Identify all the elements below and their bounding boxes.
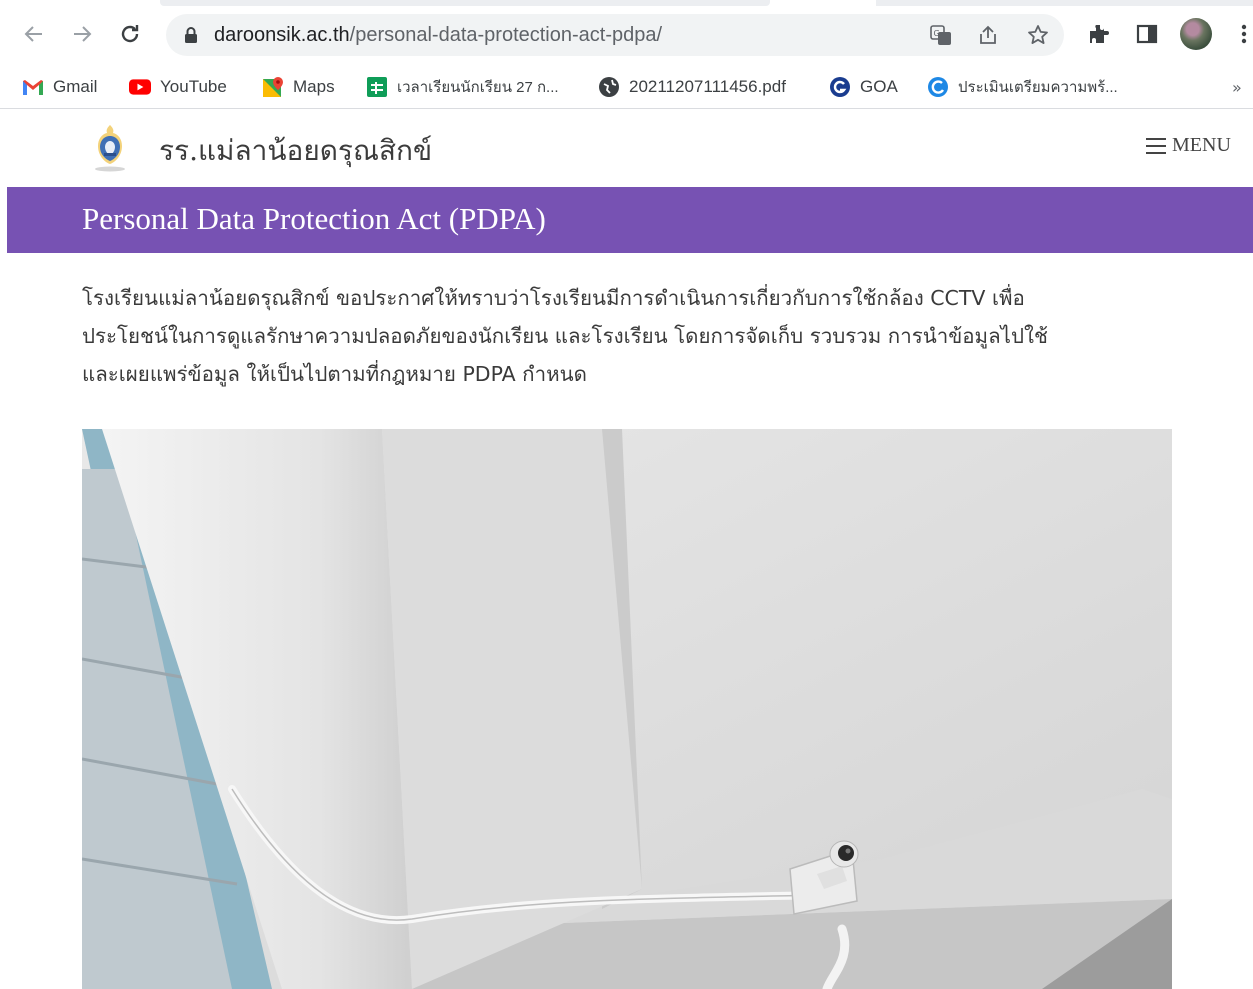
- intro-line: ประโยชน์ในการดูแลรักษาความปลอดภัยของนักเ…: [82, 324, 1048, 348]
- forward-button[interactable]: [66, 18, 98, 50]
- site-name[interactable]: รร.แม่ลาน้อยดรุณสิกข์: [159, 129, 432, 173]
- svg-text:G: G: [934, 29, 940, 38]
- site-header: รร.แม่ลาน้อยดรุณสิกข์ MENU: [7, 109, 1253, 187]
- maps-icon: [262, 76, 284, 98]
- bookmarks-overflow-button[interactable]: »: [1232, 78, 1242, 97]
- bookmark-youtube[interactable]: YouTube: [129, 72, 227, 102]
- page-title: Personal Data Protection Act (PDPA): [82, 201, 546, 236]
- school-emblem-icon: [95, 125, 125, 172]
- bookmark-star-button[interactable]: [1026, 23, 1050, 47]
- bookmark-maps[interactable]: Maps: [262, 72, 335, 102]
- browser-menu-button[interactable]: [1230, 20, 1253, 48]
- hamburger-icon: [1146, 137, 1166, 154]
- translate-icon: G: [930, 25, 951, 45]
- share-icon: [980, 25, 996, 44]
- web-page: รร.แม่ลาน้อยดรุณสิกข์ MENU Personal Data…: [7, 109, 1253, 989]
- intro-paragraph: โรงเรียนแม่ลาน้อยดรุณสิกข์ ขอประกาศให้ทร…: [82, 279, 1172, 393]
- side-panel-icon: [1136, 24, 1158, 44]
- star-icon: [1028, 25, 1048, 44]
- sheets-icon: [366, 76, 388, 98]
- gmail-icon: [22, 76, 44, 98]
- menu-button[interactable]: MENU: [1146, 134, 1231, 157]
- back-button[interactable]: [18, 18, 50, 50]
- profile-avatar[interactable]: [1180, 18, 1212, 50]
- bookmark-sheets[interactable]: เวลาเรียนนักเรียน 27 ก...: [366, 72, 559, 102]
- translate-button[interactable]: G: [929, 23, 953, 47]
- tab-strip-edge: [876, 0, 1253, 6]
- bookmark-gmail[interactable]: Gmail: [22, 72, 97, 102]
- browser-toolbar: daroonsik.ac.th/personal-data-protection…: [0, 0, 1253, 68]
- url-text[interactable]: daroonsik.ac.th/personal-data-protection…: [214, 24, 662, 47]
- bookmark-label: GOA: [860, 77, 898, 96]
- bookmarks-bar: Gmail YouTube Maps เวลาเรียนนักเรียน 27 …: [0, 68, 1253, 108]
- bookmark-goa[interactable]: GOA: [829, 72, 898, 102]
- address-bar[interactable]: daroonsik.ac.th/personal-data-protection…: [166, 14, 1064, 56]
- url-path: /personal-data-protection-act-pdpa/: [349, 24, 663, 46]
- bookmark-label: เวลาเรียนนักเรียน 27 ก...: [397, 79, 559, 96]
- reload-icon: [121, 25, 139, 43]
- menu-label: MENU: [1172, 134, 1231, 156]
- bookmark-label: Maps: [293, 77, 335, 96]
- school-logo[interactable]: [90, 123, 130, 173]
- reload-button[interactable]: [114, 18, 146, 50]
- intro-line: โรงเรียนแม่ลาน้อยดรุณสิกข์ ขอประกาศให้ทร…: [82, 286, 1025, 310]
- globe-icon: [598, 76, 620, 98]
- lock-icon[interactable]: [184, 26, 198, 44]
- cctv-camera-photo: [82, 429, 1172, 989]
- bookmark-label: YouTube: [160, 77, 227, 96]
- side-panel-button[interactable]: [1133, 20, 1161, 48]
- bookmark-label: 20211207111456.pdf: [629, 77, 786, 96]
- bookmark-label: Gmail: [53, 77, 98, 96]
- puzzle-piece-icon: [1090, 25, 1109, 43]
- share-button[interactable]: [976, 23, 1000, 47]
- intro-line: และเผยแพร่ข้อมูล ให้เป็นไปตามที่กฎหมาย P…: [82, 362, 587, 386]
- goa-icon: [829, 76, 851, 98]
- bookmark-assessment[interactable]: ประเมินเตรียมความพร้...: [927, 72, 1118, 102]
- extensions-button[interactable]: [1085, 20, 1113, 48]
- active-tab-edge: [160, 0, 770, 6]
- bookmark-pdf[interactable]: 20211207111456.pdf: [598, 72, 786, 102]
- bookmark-label: ประเมินเตรียมความพร้...: [958, 79, 1118, 96]
- chrome-web-icon: [927, 76, 949, 98]
- forward-arrow-icon: [74, 26, 92, 42]
- youtube-icon: [129, 76, 151, 98]
- kebab-menu-icon: [1241, 24, 1247, 44]
- url-host: daroonsik.ac.th: [214, 24, 350, 46]
- back-arrow-icon: [24, 26, 42, 42]
- cctv-photo-illustration: [82, 429, 1172, 989]
- page-title-bar: Personal Data Protection Act (PDPA): [7, 187, 1253, 253]
